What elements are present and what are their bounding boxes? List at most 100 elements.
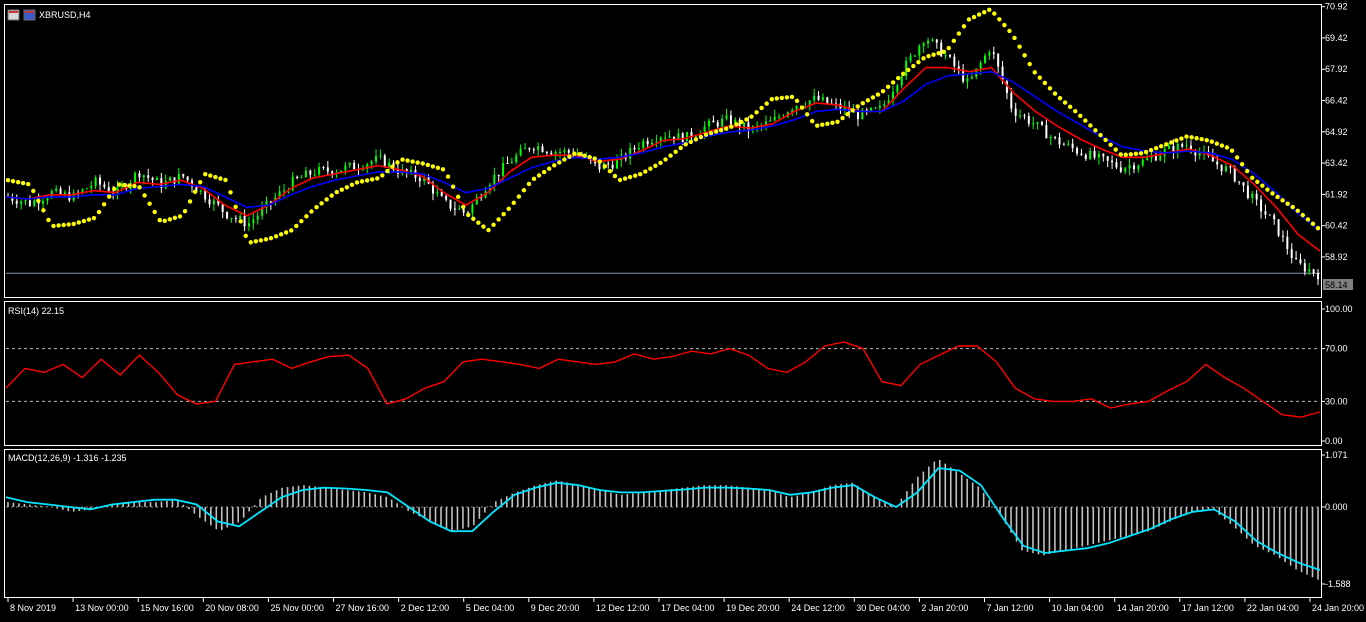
candle-body — [984, 55, 987, 63]
sar-dot — [541, 169, 547, 175]
sar-dot — [1017, 44, 1022, 49]
candle-body — [970, 76, 973, 79]
current-price-label: 58.14 — [1325, 280, 1348, 290]
candle-body — [931, 39, 934, 41]
candle-body — [1312, 269, 1315, 274]
sar-dot — [526, 181, 532, 187]
candle-body — [221, 204, 224, 212]
sar-dot — [81, 218, 87, 224]
time-tick-label: 24 Dec 12:00 — [791, 603, 845, 613]
sar-dot — [476, 220, 481, 225]
candle-body — [256, 215, 259, 220]
candle-body — [212, 200, 215, 205]
sar-dot — [491, 222, 496, 227]
sar-dot — [799, 105, 805, 110]
candle-body — [1281, 235, 1284, 237]
sar-dot — [815, 123, 820, 128]
candle-body — [309, 170, 312, 175]
sar-dot — [521, 188, 527, 193]
price-tick-label: 66.42 — [1325, 96, 1348, 106]
sar-dot — [577, 151, 582, 157]
sar-dot — [1164, 142, 1169, 147]
candle-body — [1111, 160, 1114, 163]
candle-body — [1067, 143, 1070, 145]
sar-dot — [1118, 152, 1123, 157]
candle-body — [611, 164, 614, 169]
sar-dot — [299, 218, 304, 224]
candle-body — [296, 176, 299, 178]
candle-body — [1264, 211, 1267, 215]
candle-body — [567, 150, 570, 153]
candle-body — [28, 200, 31, 206]
sar-dot — [1194, 136, 1199, 141]
sar-dot — [1285, 201, 1290, 206]
candle-body — [1062, 144, 1065, 146]
sar-dot — [850, 108, 855, 113]
sar-dot — [1280, 198, 1285, 203]
macd-tick-label: 1.071 — [1325, 450, 1348, 460]
candle-body — [445, 195, 448, 200]
sar-dot — [1012, 35, 1017, 41]
sar-dot — [1290, 204, 1295, 210]
time-tick-label: 12 Dec 12:00 — [596, 603, 650, 613]
sar-dot — [729, 124, 734, 129]
sar-dot — [693, 137, 699, 142]
sar-dot — [612, 173, 618, 179]
sar-dot — [112, 186, 117, 192]
time-tick-label: 5 Dec 04:00 — [466, 603, 515, 613]
sar-dot — [632, 173, 638, 178]
trading-chart[interactable]: XBRUSD,H4 RSI(14) 22.15 MACD(12,26,9) -1… — [0, 0, 1366, 622]
sar-dot — [718, 127, 724, 133]
candle-body — [1093, 150, 1096, 158]
sar-dot — [76, 220, 82, 225]
sar-dot — [294, 223, 299, 229]
sar-dot — [263, 237, 269, 242]
candle-body — [1198, 153, 1201, 156]
sar-dot — [278, 232, 284, 237]
sar-dot — [41, 208, 46, 213]
candle-body — [142, 175, 145, 178]
sar-dot — [1179, 136, 1184, 141]
sar-dot — [36, 198, 41, 203]
sar-dot — [187, 199, 193, 204]
sar-dot — [117, 182, 122, 187]
time-tick-label: 14 Jan 20:00 — [1117, 603, 1169, 613]
candle-body — [997, 53, 1000, 67]
candle-body — [712, 120, 715, 123]
sar-dot — [46, 217, 51, 223]
candle-body — [59, 188, 62, 194]
candle-body — [1246, 185, 1249, 198]
sar-dot — [916, 59, 921, 65]
sar-dot — [380, 173, 385, 178]
rsi-tick-label: 100.00 — [1325, 304, 1353, 314]
candle-body — [1146, 158, 1149, 160]
candle-body — [322, 167, 325, 169]
sar-dot — [794, 98, 800, 104]
sar-dot — [1204, 137, 1209, 143]
candle-body — [1084, 154, 1087, 159]
candle-body — [1238, 181, 1241, 183]
sar-dot — [319, 201, 324, 206]
price-tick-label: 64.92 — [1325, 127, 1348, 137]
candle-body — [151, 177, 154, 180]
candle-body — [1115, 162, 1118, 168]
rsi-tick-label: 0.00 — [1325, 436, 1343, 446]
candle-body — [1220, 164, 1223, 172]
sar-dot — [501, 211, 506, 217]
sar-dot — [845, 111, 850, 117]
sar-dot — [875, 92, 881, 97]
macd-title: MACD(12,26,9) -1.316 -1.235 — [8, 453, 127, 463]
sar-dot — [1260, 183, 1265, 188]
sar-dot — [1042, 80, 1048, 86]
candle-body — [537, 146, 540, 150]
sar-dot — [127, 183, 132, 188]
sar-dot — [648, 166, 653, 171]
candle-body — [15, 200, 18, 204]
sar-dot — [865, 98, 871, 103]
sar-dot — [698, 134, 704, 140]
sar-dot — [258, 238, 264, 243]
sar-dot — [132, 183, 137, 189]
sar-dot — [334, 189, 339, 195]
candle-body — [33, 200, 36, 206]
sar-dot — [51, 223, 56, 229]
